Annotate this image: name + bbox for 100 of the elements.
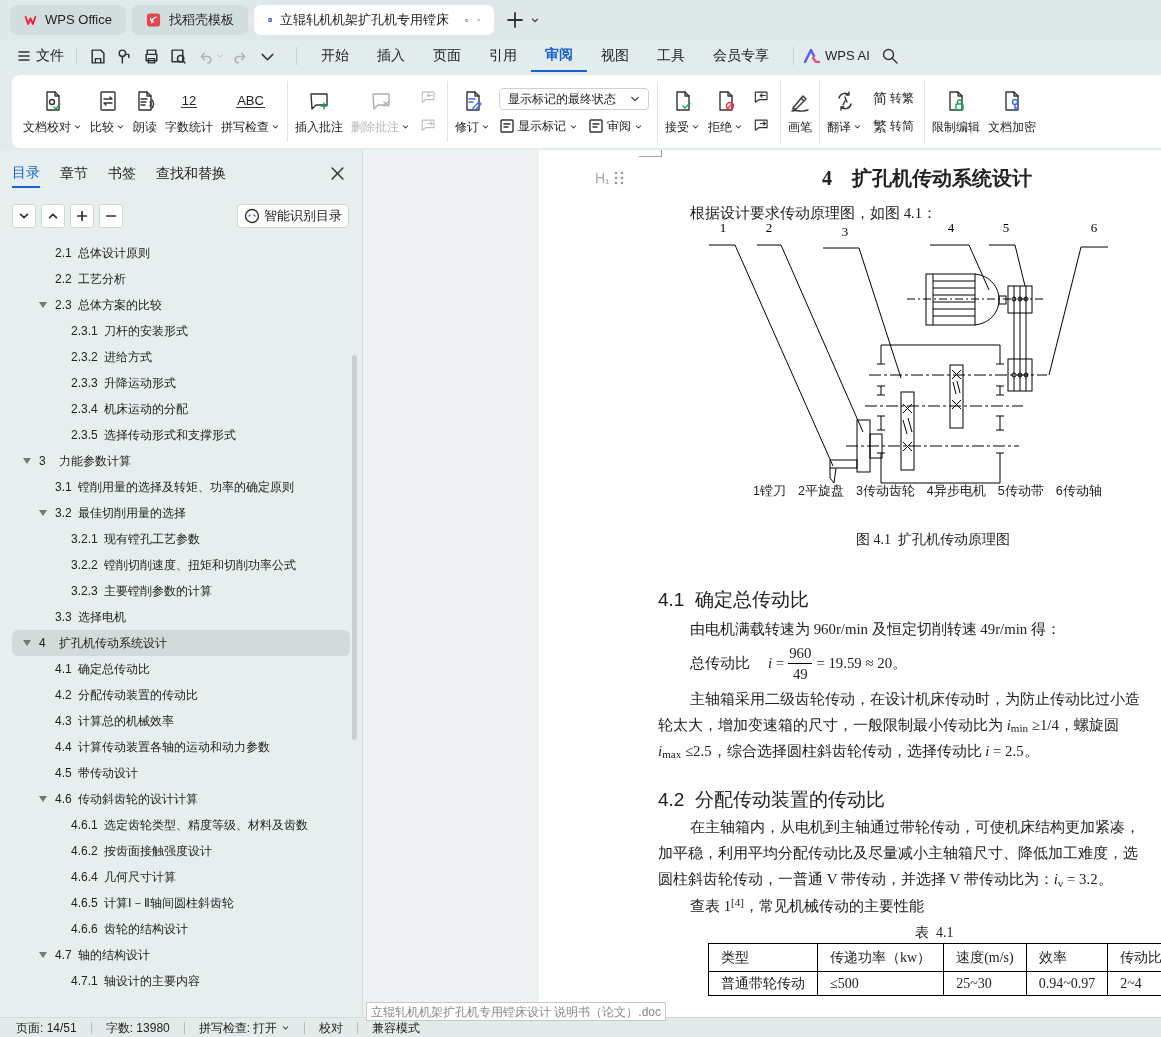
- ribbon-button[interactable]: 文档加密: [985, 79, 1039, 144]
- status-item[interactable]: 页面: 14/51: [16, 1018, 77, 1037]
- ribbon-button[interactable]: 文档校对: [20, 79, 85, 144]
- toc-item[interactable]: 3 力能参数计算: [12, 448, 350, 474]
- ribbon-tab[interactable]: 插入: [363, 40, 419, 72]
- ribbon-button[interactable]: 显示标记: [499, 117, 578, 135]
- panel-tab[interactable]: 目录: [12, 158, 40, 188]
- caret-icon[interactable]: [530, 15, 540, 25]
- chevron-down-icon: [630, 94, 640, 104]
- panel-tab[interactable]: 章节: [60, 158, 88, 188]
- toc-item[interactable]: 4.6.1 选定齿轮类型、精度等级、材料及齿数: [12, 812, 350, 838]
- toc-item[interactable]: 2.3.5 选择传动形式和支撑形式: [12, 422, 350, 448]
- triangle-icon[interactable]: [39, 301, 47, 309]
- ribbon-tab[interactable]: 视图: [587, 40, 643, 72]
- ribbon-button[interactable]: 12 字数统计: [162, 79, 216, 144]
- panel-tab[interactable]: 查找和替换: [156, 158, 226, 188]
- ribbon-button[interactable]: 拒绝: [705, 79, 746, 144]
- app-tab[interactable]: 找稻壳模板: [132, 5, 248, 35]
- toc-item[interactable]: 4.7.1 轴设计的主要内容: [12, 968, 350, 994]
- scrollbar[interactable]: [352, 355, 357, 740]
- panel-tab[interactable]: 书签: [108, 158, 136, 188]
- status-item[interactable]: 字数: 13980: [105, 1018, 170, 1037]
- remove-level-button[interactable]: [99, 204, 123, 228]
- ribbon-button[interactable]: ABC 拼写检查: [218, 79, 283, 144]
- print-preview-icon[interactable]: [170, 47, 187, 65]
- print-icon[interactable]: [143, 47, 160, 65]
- status-item[interactable]: 校对: [319, 1018, 344, 1037]
- ribbon-button[interactable]: 简 转繁: [873, 88, 914, 107]
- toc-item[interactable]: 4.3 计算总的机械效率: [12, 708, 350, 734]
- toc-item[interactable]: 4.6.6 齿轮的结构设计: [12, 916, 350, 942]
- toc-item[interactable]: 4.6.5 计算Ⅰ－Ⅱ轴间圆柱斜齿轮: [12, 890, 350, 916]
- table-cell: 25~30: [943, 971, 1027, 996]
- add-level-button[interactable]: [70, 204, 94, 228]
- table-cell: 0.94~0.97: [1026, 971, 1108, 996]
- toc-item[interactable]: 3.2 最佳切削用量的选择: [12, 500, 350, 526]
- ribbon-button[interactable]: 繁 转简: [873, 116, 914, 135]
- toc-item[interactable]: 4.6 传动斜齿轮的设计计算: [12, 786, 350, 812]
- triangle-icon[interactable]: [39, 951, 47, 959]
- triangle-icon[interactable]: [39, 509, 47, 517]
- app-tab[interactable]: WPS Office: [10, 5, 126, 35]
- toc-item[interactable]: 3.1 镗削用量的选择及转矩、功率的确定原则: [12, 474, 350, 500]
- ai-button[interactable]: WPS AI: [804, 46, 870, 66]
- toc-item[interactable]: 2.3 总体方案的比较: [12, 292, 350, 318]
- ribbon-button[interactable]: 接受: [662, 79, 703, 144]
- toc-item[interactable]: 2.1 总体设计原则: [12, 240, 350, 266]
- triangle-icon[interactable]: [23, 457, 31, 465]
- triangle-icon[interactable]: [39, 795, 47, 803]
- plus-icon[interactable]: [506, 11, 524, 29]
- toc-item[interactable]: 4.7 轴的结构设计: [12, 942, 350, 968]
- figure-caption: 图 4.1 扩孔机传动原理图: [856, 530, 1011, 549]
- toc-item[interactable]: 3.3 选择电机: [12, 604, 350, 630]
- expand-button[interactable]: [12, 204, 36, 228]
- toc-item[interactable]: 4.2 分配传动装置的传动比: [12, 682, 350, 708]
- callout-number: 2: [765, 220, 773, 236]
- file-menu[interactable]: 文件: [18, 45, 64, 67]
- toc-item[interactable]: 2.3.4 机床运动的分配: [12, 396, 350, 422]
- display-mode-select[interactable]: 显示标记的最终状态: [499, 88, 649, 110]
- toc-item[interactable]: 3.2.3 主要镗削参数的计算: [12, 578, 350, 604]
- toc-item[interactable]: 4.1 确定总传动比: [12, 656, 350, 682]
- plus-icon: [76, 210, 88, 222]
- triangle-icon[interactable]: [23, 639, 31, 647]
- status-item[interactable]: 拼写检查: 打开: [198, 1018, 291, 1037]
- ribbon-tab[interactable]: 页面: [419, 40, 475, 72]
- toc-item[interactable]: 3.2.2 镗削切削速度、扭矩和切削功率公式: [12, 552, 350, 578]
- drag-handle-icon[interactable]: [613, 171, 624, 185]
- ribbon-tab[interactable]: 会员专享: [699, 40, 783, 72]
- collapse-button[interactable]: [41, 204, 65, 228]
- ribbon-tab[interactable]: 开始: [307, 40, 363, 72]
- toc-item[interactable]: 4.6.2 按齿面接触强度设计: [12, 838, 350, 864]
- toc-item[interactable]: 2.2 工艺分析: [12, 266, 350, 292]
- paragraph-line: 圆柱斜齿轮传动，一普通 V 带传动，并选择 V 带传动比为：i$_{v}$ = 3.2。: [658, 870, 1114, 891]
- ribbon-button[interactable]: 朗读: [130, 79, 160, 144]
- toc-item[interactable]: 3.2.1 现有镗孔工艺参数: [12, 526, 350, 552]
- ribbon-tab[interactable]: 审阅: [531, 40, 587, 72]
- ribbon-tab[interactable]: 工具: [643, 40, 699, 72]
- close-icon[interactable]: [331, 166, 344, 180]
- toc-item[interactable]: 2.3.3 升降运动形式: [12, 370, 350, 396]
- ribbon-button[interactable]: 限制编辑: [929, 79, 983, 144]
- legend-label: 6传动轴: [1055, 483, 1102, 501]
- toc-item[interactable]: 2.3.2 进给方式: [12, 344, 350, 370]
- smart-toc-button[interactable]: 智能识别目录: [237, 204, 349, 228]
- toc-item[interactable]: 4.5 带传动设计: [12, 760, 350, 786]
- status-item[interactable]: 兼容模式: [372, 1018, 421, 1037]
- ribbon-button[interactable]: 审阅: [588, 117, 643, 135]
- ribbon-tab[interactable]: 引用: [475, 40, 531, 72]
- ribbon-button[interactable]: 翻译: [824, 79, 865, 144]
- toc-item[interactable]: 4.4 计算传动装置各轴的运动和动力参数: [12, 734, 350, 760]
- ribbon-button[interactable]: 修订: [452, 79, 493, 144]
- chapter-heading: 4 扩孔机传动系统设计: [822, 166, 1032, 191]
- toc-item[interactable]: 4 扩孔机传动系统设计: [12, 630, 350, 656]
- toc-item[interactable]: 4.6.4 几何尺寸计算: [12, 864, 350, 890]
- ribbon-button[interactable]: 比较: [87, 79, 128, 144]
- legend-label: 2平旋盘: [797, 483, 844, 501]
- toc-item[interactable]: 2.3.1 刀杆的安装形式: [12, 318, 350, 344]
- save-icon[interactable]: [89, 47, 106, 65]
- search-icon[interactable]: [881, 48, 898, 64]
- callout-number: 1: [719, 220, 727, 236]
- callout-number: 6: [1090, 220, 1098, 236]
- ribbon-button[interactable]: 画笔: [785, 79, 815, 144]
- ribbon-button[interactable]: 插入批注: [292, 79, 346, 144]
